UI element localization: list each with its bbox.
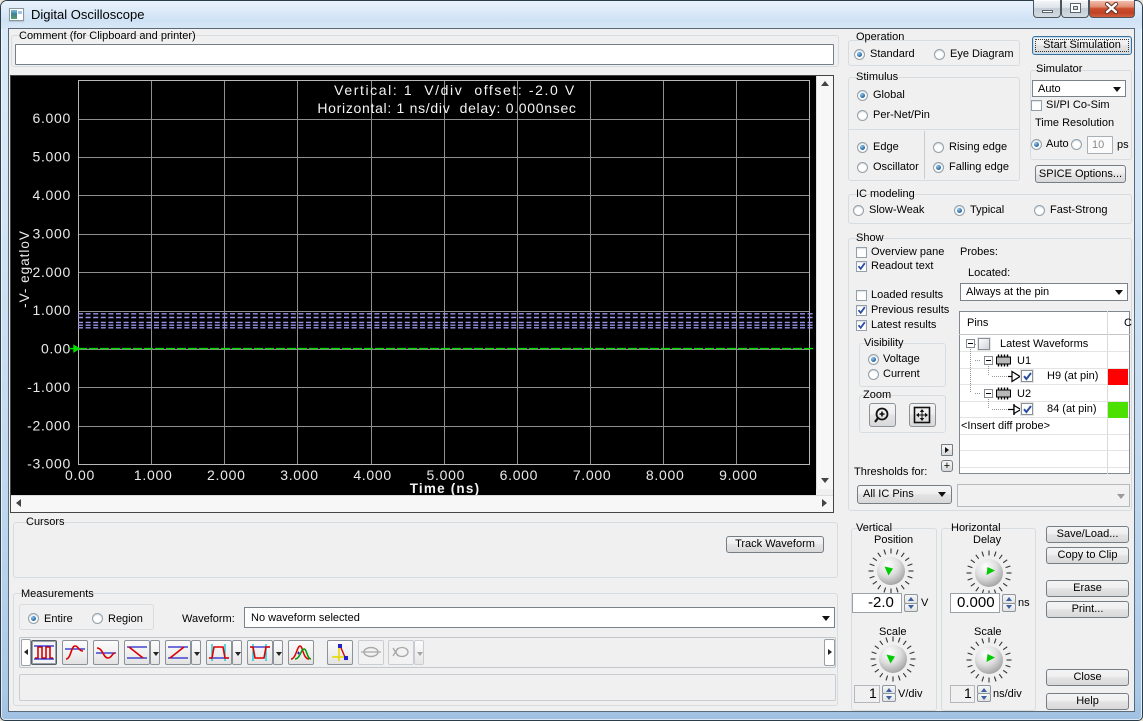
svg-text:9.000: 9.000	[719, 467, 758, 483]
svg-text:1.000: 1.000	[32, 302, 71, 318]
svg-text:Horizontal: 1 ns/div delay: 0: Horizontal: 1 ns/div delay: 0.000nsec	[317, 100, 576, 116]
svg-text:0.00: 0.00	[41, 341, 71, 357]
svg-text:1.000: 1.000	[134, 467, 173, 483]
svg-text:6.000: 6.000	[32, 110, 71, 126]
svg-text:7.000: 7.000	[573, 467, 612, 483]
svg-text:6.000: 6.000	[500, 467, 539, 483]
svg-text:-V- egatloV: -V- egatloV	[17, 230, 32, 308]
svg-text:4.000: 4.000	[32, 187, 71, 203]
svg-text:3.000: 3.000	[280, 467, 319, 483]
svg-text:5.000: 5.000	[32, 149, 71, 165]
svg-text:-1.000: -1.000	[27, 379, 71, 395]
svg-text:0.00: 0.00	[65, 467, 95, 483]
svg-text:4.000: 4.000	[353, 467, 392, 483]
svg-text:8.000: 8.000	[646, 467, 685, 483]
svg-text:2.000: 2.000	[32, 264, 71, 280]
svg-text:2.000: 2.000	[207, 467, 246, 483]
svg-text:Time (ns): Time (ns)	[410, 481, 481, 495]
svg-text:3.000: 3.000	[32, 225, 71, 241]
svg-text:-2.000: -2.000	[27, 417, 71, 433]
svg-text:Vertical: 1 V/div offset: -2: Vertical: 1 V/div offset: -2.0 V	[334, 82, 576, 98]
